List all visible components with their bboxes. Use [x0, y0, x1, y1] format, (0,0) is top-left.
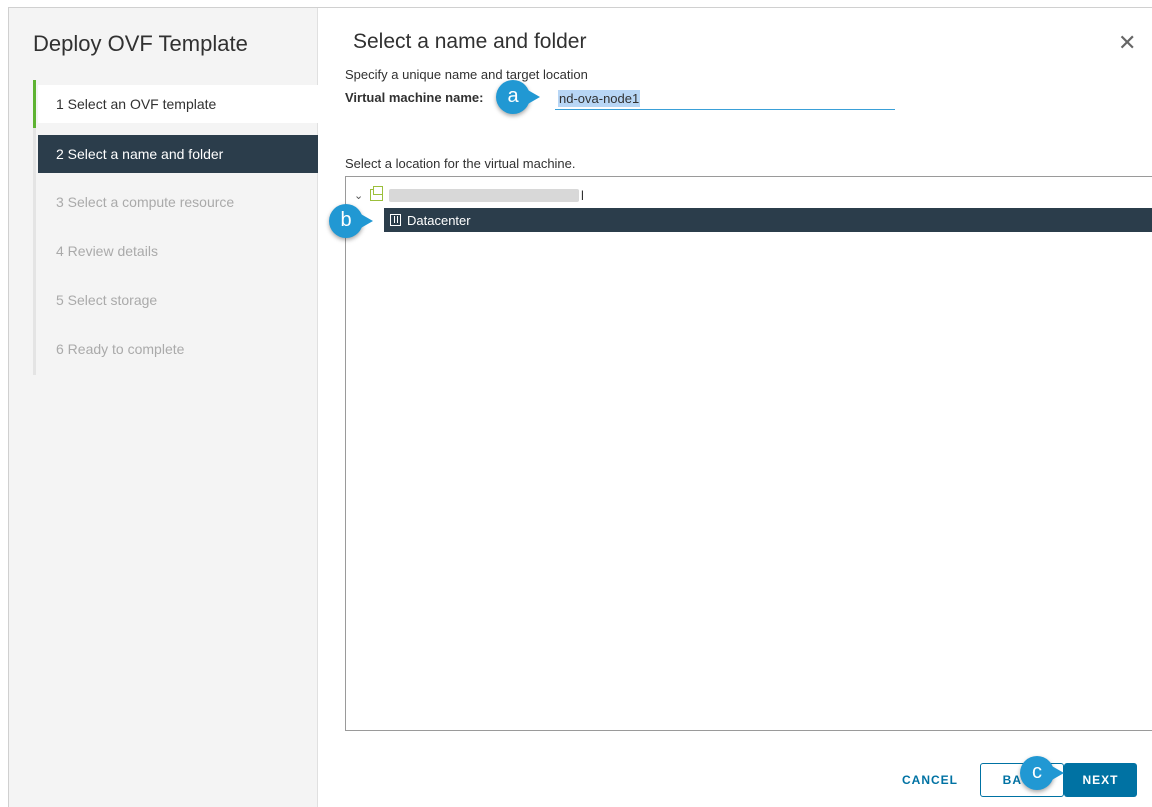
datacenter-icon: [390, 214, 401, 226]
tree-item-label: Datacenter: [407, 212, 471, 228]
step-select-storage: 5 Select storage: [56, 292, 158, 308]
callout-a: a: [496, 80, 540, 114]
cancel-button[interactable]: CANCEL: [893, 763, 967, 797]
dialog-title: Deploy OVF Template: [33, 31, 248, 56]
page-subtitle: Specify a unique name and target locatio…: [345, 67, 588, 82]
vcenter-icon: [370, 186, 383, 201]
vm-name-label: Virtual machine name:: [345, 90, 484, 105]
chevron-down-icon[interactable]: ⌄: [354, 189, 364, 202]
step-review-details: 4 Review details: [56, 243, 158, 259]
wizard-sidebar: Deploy OVF Template 1 Select an OVF temp…: [9, 8, 318, 807]
redacted-root-name: [389, 188, 579, 202]
callout-b: b: [329, 204, 373, 238]
callout-c: c: [1020, 756, 1064, 790]
step-select-name-folder[interactable]: 2 Select a name and folder: [38, 135, 318, 173]
step-select-compute-resource: 3 Select a compute resource: [56, 194, 235, 210]
vm-name-value: nd-ova-node1: [558, 90, 641, 107]
close-icon[interactable]: ✕: [1118, 32, 1136, 54]
root-label-tail: l: [581, 187, 584, 203]
wizard-main: Select a name and folder ✕ Specify a uni…: [318, 8, 1152, 807]
step-select-ovf-template[interactable]: 1 Select an OVF template: [33, 80, 318, 128]
tree-root-row[interactable]: ⌄ l: [354, 186, 584, 203]
step-ready-to-complete: 6 Ready to complete: [56, 341, 185, 357]
page-title: Select a name and folder: [353, 30, 587, 53]
tree-item-datacenter[interactable]: Datacenter: [384, 208, 1152, 232]
location-label: Select a location for the virtual machin…: [345, 156, 576, 171]
next-button[interactable]: NEXT: [1064, 763, 1137, 797]
location-tree[interactable]: ⌄ l Datacenter: [345, 176, 1152, 731]
